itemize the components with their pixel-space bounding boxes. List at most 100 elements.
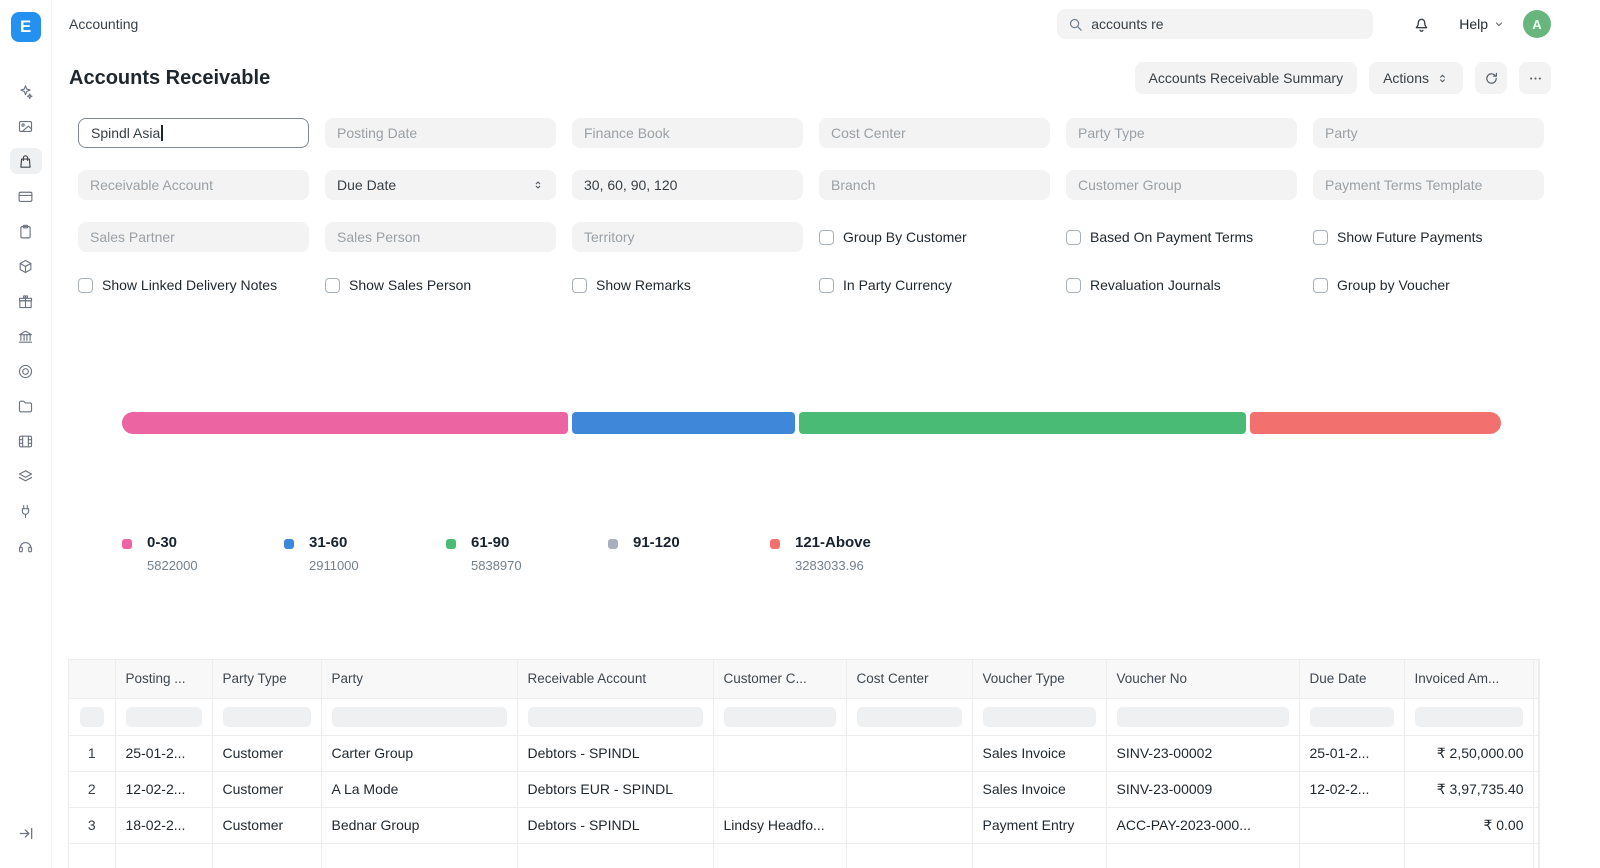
checkbox-revaluation-journals[interactable]: Revaluation Journals bbox=[1066, 274, 1297, 296]
table-cell-party[interactable]: Carter Group bbox=[321, 735, 517, 771]
table-cell-voucher-no[interactable]: ACC-PAY-2023-000... bbox=[1106, 807, 1299, 843]
table-cell-cost-center[interactable] bbox=[846, 807, 972, 843]
column-header[interactable]: Cost Center bbox=[846, 660, 972, 698]
checkbox-show-linked-delivery-notes[interactable]: Show Linked Delivery Notes bbox=[78, 274, 309, 296]
table-cell-party-type[interactable]: Customer bbox=[212, 807, 321, 843]
column-filter-input[interactable] bbox=[332, 707, 507, 727]
column-filter-input[interactable] bbox=[528, 707, 703, 727]
sales-person-filter[interactable]: Sales Person bbox=[325, 222, 556, 252]
column-header[interactable]: Voucher Type bbox=[972, 660, 1106, 698]
table-cell-due-date[interactable]: 12-02-2... bbox=[1299, 771, 1404, 807]
table-cell-customer-contact[interactable] bbox=[713, 771, 846, 807]
table-cell-receivable-account[interactable]: Debtors - SPINDL bbox=[517, 807, 713, 843]
territory-filter[interactable]: Territory bbox=[572, 222, 803, 252]
bank-icon[interactable] bbox=[10, 323, 42, 349]
table-cell-customer-contact[interactable] bbox=[713, 735, 846, 771]
actions-button[interactable]: Actions bbox=[1369, 62, 1463, 94]
table-cell-idx[interactable]: 3 bbox=[69, 807, 115, 843]
column-header[interactable]: Voucher No bbox=[1106, 660, 1299, 698]
column-filter-input[interactable] bbox=[80, 707, 104, 727]
table-cell-customer-contact[interactable]: Lindsy Headfo... bbox=[713, 807, 846, 843]
party-type-filter[interactable]: Party Type bbox=[1066, 118, 1297, 148]
ageing-based-on-select[interactable]: Due Date bbox=[325, 170, 556, 200]
layers-icon[interactable] bbox=[10, 463, 42, 489]
party-name-filter[interactable]: Spindl Asia bbox=[78, 118, 309, 148]
target-icon[interactable] bbox=[10, 358, 42, 384]
table-cell-voucher-no[interactable]: SINV-23-00002 bbox=[1106, 735, 1299, 771]
column-header[interactable] bbox=[69, 660, 115, 698]
film-icon[interactable] bbox=[10, 428, 42, 454]
customer-group-filter[interactable]: Customer Group bbox=[1066, 170, 1297, 200]
table-cell-due-date[interactable]: 25-01-2... bbox=[1299, 735, 1404, 771]
help-menu[interactable]: Help bbox=[1459, 16, 1505, 32]
checkbox-show-remarks[interactable]: Show Remarks bbox=[572, 274, 803, 296]
table-cell-voucher-type[interactable]: Sales Invoice bbox=[972, 771, 1106, 807]
table-cell-posting-date[interactable]: 12-02-2... bbox=[115, 771, 212, 807]
plug-icon[interactable] bbox=[10, 498, 42, 524]
table-cell-voucher-no[interactable]: SINV-23-00009 bbox=[1106, 771, 1299, 807]
table-cell-posting-date[interactable]: 18-02-2... bbox=[115, 807, 212, 843]
column-filter-input[interactable] bbox=[1310, 707, 1394, 727]
accounts-receivable-summary-button[interactable]: Accounts Receivable Summary bbox=[1135, 62, 1358, 94]
table-cell-idx[interactable]: 1 bbox=[69, 735, 115, 771]
table-cell-invoiced-amount[interactable]: ₹ 3,97,735.40 bbox=[1404, 771, 1533, 807]
column-filter-input[interactable] bbox=[1117, 707, 1289, 727]
table-cell-voucher-type[interactable]: Payment Entry bbox=[972, 807, 1106, 843]
table-cell-receivable-account[interactable]: Debtors EUR - SPINDL bbox=[517, 771, 713, 807]
table-cell-due-date[interactable] bbox=[1299, 807, 1404, 843]
notifications-bell-icon[interactable] bbox=[1412, 15, 1431, 34]
sales-partner-filter[interactable]: Sales Partner bbox=[78, 222, 309, 252]
table-cell-party-type[interactable]: Customer bbox=[212, 771, 321, 807]
payment-terms-template-filter[interactable]: Payment Terms Template bbox=[1313, 170, 1544, 200]
table-cell-invoiced-amount[interactable]: ₹ 0.00 bbox=[1404, 807, 1533, 843]
branch-filter[interactable]: Branch bbox=[819, 170, 1050, 200]
search-input[interactable]: accounts re bbox=[1057, 9, 1373, 39]
credit-card-icon[interactable] bbox=[10, 183, 42, 209]
cost-center-filter[interactable]: Cost Center bbox=[819, 118, 1050, 148]
headset-icon[interactable] bbox=[10, 533, 42, 559]
column-filter-input[interactable] bbox=[126, 707, 202, 727]
table-cell-cost-center[interactable] bbox=[846, 771, 972, 807]
gift-icon[interactable] bbox=[10, 288, 42, 314]
sparkle-icon[interactable] bbox=[10, 78, 42, 104]
refresh-button[interactable] bbox=[1475, 62, 1507, 94]
checkbox-based-on-payment-terms[interactable]: Based On Payment Terms bbox=[1066, 222, 1297, 252]
collapse-sidebar-icon[interactable] bbox=[17, 825, 34, 842]
table-cell-posting-date[interactable]: 25-01-2... bbox=[115, 735, 212, 771]
column-header[interactable]: Customer C... bbox=[713, 660, 846, 698]
column-filter-input[interactable] bbox=[223, 707, 311, 727]
shopping-bag-icon[interactable] bbox=[10, 148, 42, 174]
package-icon[interactable] bbox=[10, 253, 42, 279]
party-filter[interactable]: Party bbox=[1313, 118, 1544, 148]
checkbox-group-by-voucher[interactable]: Group by Voucher bbox=[1313, 274, 1544, 296]
checkbox-group-by-customer[interactable]: Group By Customer bbox=[819, 222, 1050, 252]
column-filter-input[interactable] bbox=[724, 707, 836, 727]
table-cell-idx[interactable]: 2 bbox=[69, 771, 115, 807]
table-cell-cost-center[interactable] bbox=[846, 735, 972, 771]
checkbox-show-future-payments[interactable]: Show Future Payments bbox=[1313, 222, 1544, 252]
table-cell-party[interactable]: A La Mode bbox=[321, 771, 517, 807]
checkbox-in-party-currency[interactable]: In Party Currency bbox=[819, 274, 1050, 296]
checkbox-show-sales-person[interactable]: Show Sales Person bbox=[325, 274, 556, 296]
column-filter-input[interactable] bbox=[1415, 707, 1523, 727]
column-header[interactable]: Invoiced Am... bbox=[1404, 660, 1533, 698]
receivable-account-filter[interactable]: Receivable Account bbox=[78, 170, 309, 200]
table-cell-receivable-account[interactable]: Debtors - SPINDL bbox=[517, 735, 713, 771]
menu-button[interactable] bbox=[1519, 62, 1551, 94]
ageing-range-filter[interactable]: 30, 60, 90, 120 bbox=[572, 170, 803, 200]
table-cell-party-type[interactable]: Customer bbox=[212, 735, 321, 771]
table-cell-invoiced-amount[interactable]: ₹ 2,50,000.00 bbox=[1404, 735, 1533, 771]
table-cell-voucher-type[interactable]: Sales Invoice bbox=[972, 735, 1106, 771]
folder-icon[interactable] bbox=[10, 393, 42, 419]
column-filter-input[interactable] bbox=[983, 707, 1096, 727]
image-icon[interactable] bbox=[10, 113, 42, 139]
column-header[interactable]: Posting ... bbox=[115, 660, 212, 698]
finance-book-filter[interactable]: Finance Book bbox=[572, 118, 803, 148]
column-header[interactable]: Party Type bbox=[212, 660, 321, 698]
column-filter-input[interactable] bbox=[857, 707, 962, 727]
column-header[interactable]: Due Date bbox=[1299, 660, 1404, 698]
table-cell-party[interactable]: Bednar Group bbox=[321, 807, 517, 843]
column-header[interactable]: Receivable Account bbox=[517, 660, 713, 698]
column-header[interactable]: Party bbox=[321, 660, 517, 698]
erpnext-logo[interactable]: E bbox=[11, 12, 41, 42]
